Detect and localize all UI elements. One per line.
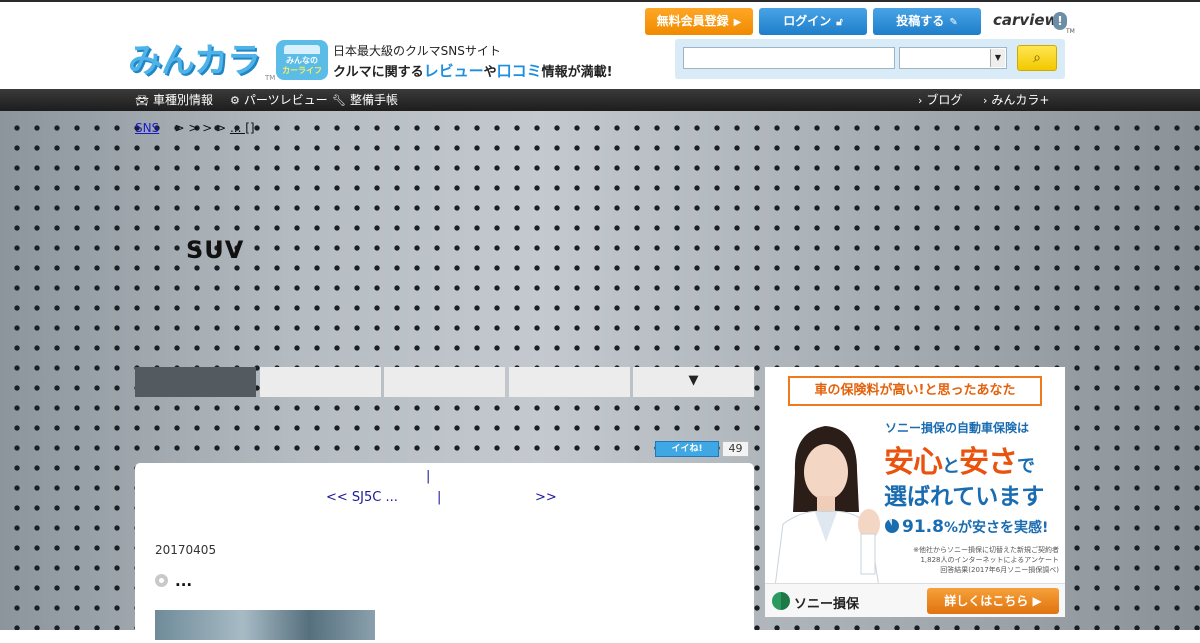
ad-brand-name: ソニー損保 bbox=[794, 597, 860, 612]
sony-sonpo-logo-icon bbox=[772, 592, 790, 610]
lock-icon: 🔓︎ bbox=[836, 17, 843, 28]
gear-icon: ⚙ bbox=[230, 94, 240, 107]
ad-details-button[interactable]: 詳しくはこちら ▶ bbox=[927, 588, 1059, 614]
breadcrumb-current[interactable]: ... [] bbox=[230, 121, 255, 135]
carview-trademark: TM bbox=[1066, 28, 1075, 35]
blog-title[interactable]: SUV bbox=[186, 236, 244, 264]
ad-headline: 車の保険料が高い!と思ったあなた bbox=[788, 376, 1042, 406]
carview-logo[interactable]: carview bbox=[993, 11, 1058, 29]
ad-footer: ソニー損保 詳しくはこちら ▶ bbox=[765, 583, 1065, 617]
search-box: ▼ ⌕ bbox=[675, 39, 1065, 79]
nav-parts-review[interactable]: ⚙ パーツレビュー bbox=[230, 89, 328, 111]
search-category-select[interactable]: ▼ bbox=[899, 47, 1007, 69]
nav-car-info[interactable]: 🚘︎ 車種別情報 bbox=[135, 89, 213, 111]
carview-exclamation-icon: ! bbox=[1053, 12, 1067, 30]
pie-chart-icon bbox=[885, 519, 899, 533]
wrench-icon: 🔧︎ bbox=[332, 94, 346, 107]
next-post-link[interactable]: >> bbox=[535, 490, 557, 505]
ad-statistic: 91.8%が安さを実感! bbox=[885, 517, 1048, 537]
blog-tab-4[interactable] bbox=[509, 367, 630, 397]
play-arrow-icon: ▶ bbox=[733, 17, 742, 28]
pager-separator: | bbox=[437, 490, 442, 505]
search-icon: ⌕ bbox=[1033, 50, 1041, 66]
nav-blog[interactable]: › ブログ bbox=[918, 89, 962, 111]
breadcrumb-root-link[interactable]: SNS bbox=[135, 121, 159, 135]
ad-subtitle: ソニー損保の自動車保険は bbox=[885, 421, 1030, 435]
logo-trademark: TM bbox=[265, 74, 276, 82]
site-header: みんカラ TM みんなの カーライフ 日本最大級のクルマSNSサイト クルマに関… bbox=[0, 0, 1200, 89]
ad-big-line-2: 選ばれています bbox=[884, 484, 1045, 510]
car-mascot-icon: みんなの カーライフ bbox=[276, 40, 328, 80]
search-button[interactable]: ⌕ bbox=[1017, 45, 1057, 71]
nav-minkara-plus[interactable]: › みんカラ+ bbox=[983, 89, 1049, 111]
chevron-down-icon: ▼ bbox=[990, 49, 1005, 67]
post-title[interactable]: ... bbox=[175, 572, 192, 590]
minkara-logo[interactable]: みんカラ bbox=[128, 42, 268, 80]
login-button[interactable]: ログイン 🔓︎ bbox=[759, 8, 867, 35]
chevron-right-icon: › bbox=[983, 94, 988, 107]
like-button[interactable]: イイね! bbox=[655, 441, 719, 457]
previous-post-link[interactable]: << SJ5C ... bbox=[326, 490, 398, 505]
blog-tab-1[interactable] bbox=[135, 367, 256, 397]
breadcrumb-separators: > > > > bbox=[174, 121, 227, 135]
pager-separator-top: | bbox=[426, 469, 431, 484]
chevron-right-icon: › bbox=[918, 94, 923, 107]
mascot-text-2: カーライフ bbox=[282, 66, 322, 75]
pen-icon: ✎ bbox=[949, 17, 958, 28]
mascot-text-1: みんなの bbox=[286, 56, 318, 65]
search-input[interactable] bbox=[683, 47, 895, 69]
blog-post-content: | << SJ5C ... | >> 20170405 ... bbox=[135, 463, 754, 643]
ad-big-line-1: 安心と安さで bbox=[884, 445, 1035, 480]
site-tagline-top: 日本最大級のクルマSNSサイト bbox=[333, 44, 501, 58]
breadcrumb: SNS > > > > ... [] bbox=[135, 121, 255, 135]
play-arrow-icon: ▶ bbox=[1032, 594, 1042, 608]
blog-tab-2[interactable] bbox=[260, 367, 381, 397]
insurance-ad[interactable]: 車の保険料が高い!と思ったあなた ソニー損保の自動車保険は 安心と安さで 選ばれ… bbox=[765, 367, 1065, 617]
tab-more-dropdown[interactable]: ▼ bbox=[633, 367, 754, 397]
post-date: 20170405 bbox=[155, 543, 217, 557]
ad-footnote: ※他社からソニー損保に切替えた新規ご契約者 1,828人のインターネットによるア… bbox=[913, 546, 1059, 574]
post-image[interactable] bbox=[155, 610, 375, 640]
post-title-bullet-icon bbox=[155, 574, 168, 587]
site-tagline-main: クルマに関するレビューや口コミ情報が満載! bbox=[333, 62, 613, 80]
main-navbar: 🚘︎ 車種別情報 ⚙ パーツレビュー 🔧︎ 整備手帳 › ブログ › みんカラ+ bbox=[0, 89, 1200, 111]
like-count: 49 bbox=[722, 441, 749, 457]
register-button[interactable]: 無料会員登録 ▶ bbox=[645, 8, 753, 35]
nav-maintenance[interactable]: 🔧︎ 整備手帳 bbox=[332, 89, 398, 111]
blog-tab-3[interactable] bbox=[384, 367, 505, 397]
car-icon: 🚘︎ bbox=[135, 94, 149, 107]
ad-woman-image bbox=[765, 412, 887, 587]
post-button[interactable]: 投稿する ✎ bbox=[873, 8, 981, 35]
